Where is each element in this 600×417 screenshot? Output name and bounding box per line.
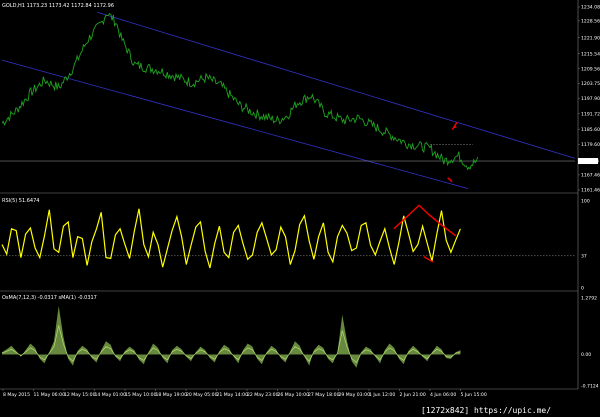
price-line <box>1 13 479 171</box>
price-tick-label: 1179.60 <box>581 142 600 148</box>
rsi-red-trendline <box>393 204 457 237</box>
price-tick-label: 1197.90 <box>581 96 600 102</box>
channel-upper-line <box>97 11 576 159</box>
rsi-tick-label: 100 <box>581 199 590 205</box>
channel-lower-line <box>1 59 469 190</box>
time-tick-label: 29 May 03:00 <box>339 392 371 398</box>
price-tick-label: 1185.60 <box>581 127 600 133</box>
time-tick-label: 2 Jun 21:00 <box>400 392 426 398</box>
price-tick-label: 1191.72 <box>581 111 600 117</box>
price-tick-label: 1228.56 <box>581 19 600 25</box>
rsi-tick-label: 37 <box>581 253 587 259</box>
price-axis: 1172.96 1234.08 1228.56 1221.90 1215.54 1209.… <box>578 5 600 390</box>
osma-tick-label: 1.2792 <box>581 296 597 302</box>
osma-tick-label: 0.00 <box>581 352 591 358</box>
osma-panel <box>1 305 461 368</box>
time-axis: 8 May 2015 11 May 06:0012 May 15:0014 May… <box>2 389 487 398</box>
watermark: [1272x842] https://upic.me/ <box>421 406 551 415</box>
time-tick-label: 8 May 2015 <box>3 392 30 398</box>
price-tick-label: 1209.56 <box>581 66 600 72</box>
time-tick-label: 11 May 06:00 <box>34 392 66 398</box>
osma-legend: OsMA(7,12,3) -0.0317 sMA(1) -0.0317 <box>2 295 97 301</box>
osma-tick-label: -0.7124 <box>581 384 599 390</box>
rsi-line <box>1 208 461 269</box>
price-legend: GOLD,H1 1173.23 1173.42 1172.84 1172.96 <box>2 3 114 9</box>
time-tick-label: 4 Jun 06:00 <box>430 392 456 398</box>
time-tick-label: 22 May 23:00 <box>247 392 279 398</box>
rsi-panel <box>0 204 575 269</box>
price-tick-label: 1161.46 <box>581 188 600 194</box>
time-tick-label: 20 May 05:00 <box>186 392 218 398</box>
time-tick-label: 15 May 10:00 <box>125 392 157 398</box>
price-tick-label: 1215.54 <box>581 51 600 57</box>
time-tick-label: 27 May 18:00 <box>308 392 340 398</box>
time-tick-label: 14 May 01:00 <box>95 392 127 398</box>
osma-area <box>2 305 461 368</box>
rsi-legend: RSI(5) 51.6474 <box>2 198 39 204</box>
chart-window: GOLD,H1 1173.23 1173.42 1172.84 1172.96 … <box>0 0 600 417</box>
red-arrow-2 <box>447 177 453 183</box>
price-tick-label: 1203.75 <box>581 81 600 87</box>
time-tick-label: 18 May 19:00 <box>156 392 188 398</box>
price-panel <box>0 11 576 190</box>
price-tick-label: 1167.46 <box>581 172 600 178</box>
chart-canvas: GOLD,H1 1173.23 1173.42 1172.84 1172.96 … <box>0 0 600 417</box>
rsi-tick-label: 0 <box>581 286 584 292</box>
time-tick-label: 1 Jun 12:00 <box>369 392 395 398</box>
time-tick-label: 26 May 10:00 <box>278 392 310 398</box>
current-price-tag-label: 1172.96 <box>580 159 599 165</box>
time-tick-label: 21 May 14:00 <box>217 392 249 398</box>
price-tick-label: 1221.90 <box>581 35 600 41</box>
time-tick-label: 5 Jun 15:00 <box>461 392 487 398</box>
price-tick-label: 1234.08 <box>581 5 600 11</box>
time-tick-label: 12 May 15:00 <box>64 392 96 398</box>
